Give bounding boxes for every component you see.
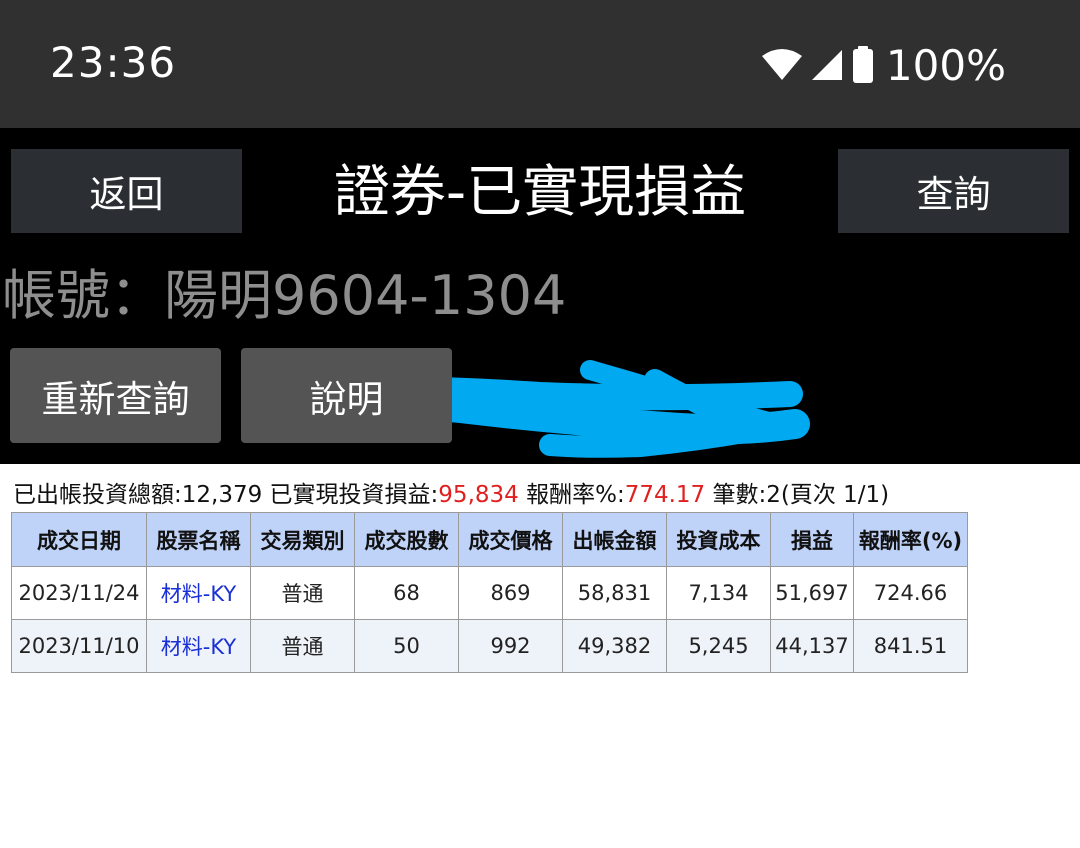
stock-link[interactable]: 材料-KY xyxy=(146,619,251,673)
cell-return-rate: 724.66 xyxy=(853,566,968,620)
table-row: 2023/11/10 材料-KY 普通 50 992 49,382 5,245 … xyxy=(11,619,968,673)
battery-percent: 100% xyxy=(885,40,1006,90)
cell-price: 869 xyxy=(458,566,563,620)
realized-label: 已實現投資損益: xyxy=(269,482,439,508)
summary-line: 已出帳投資總額:12,379 已實現投資損益:95,834 報酬率%:774.1… xyxy=(13,479,889,511)
realized-value: 95,834 xyxy=(438,482,519,508)
cell-trade-type: 普通 xyxy=(250,566,355,620)
col-trade-type: 交易類別 xyxy=(250,512,355,567)
signal-icon xyxy=(811,50,842,80)
col-pnl: 損益 xyxy=(770,512,854,567)
cell-return-rate: 841.51 xyxy=(853,619,968,673)
col-paid-amount: 出帳金額 xyxy=(562,512,667,567)
status-time: 23:36 xyxy=(50,38,177,87)
stock-link[interactable]: 材料-KY xyxy=(146,566,251,620)
return-label: 報酬率%: xyxy=(526,482,625,508)
cell-shares: 50 xyxy=(354,619,459,673)
record-count: 筆數:2(頁次 1/1) xyxy=(712,482,890,508)
col-trade-date: 成交日期 xyxy=(11,512,147,567)
return-value: 774.17 xyxy=(624,482,706,508)
col-return-rate: 報酬率(%) xyxy=(853,512,968,567)
wifi-icon xyxy=(761,49,802,80)
page-title: 證券-已實現損益 xyxy=(333,160,747,225)
back-button[interactable]: 返回 xyxy=(11,149,242,233)
cell-paid-amount: 58,831 xyxy=(562,566,667,620)
status-icons: 100% xyxy=(761,40,1006,90)
cell-cost: 5,245 xyxy=(666,619,771,673)
query-button[interactable]: 查詢 xyxy=(838,149,1069,233)
total-invest-value: 12,379 xyxy=(181,482,263,508)
cell-pnl: 51,697 xyxy=(770,566,854,620)
account-number: 帳號：陽明9604-1304 xyxy=(2,264,567,327)
cell-trade-date: 2023/11/10 xyxy=(11,619,147,673)
cell-price: 992 xyxy=(458,619,563,673)
col-cost: 投資成本 xyxy=(666,512,771,567)
cell-pnl: 44,137 xyxy=(770,619,854,673)
col-stock-name: 股票名稱 xyxy=(146,512,251,567)
table-header-row: 成交日期 股票名稱 交易類別 成交股數 成交價格 出帳金額 投資成本 損益 報酬… xyxy=(11,512,968,567)
cell-trade-date: 2023/11/24 xyxy=(11,566,147,620)
battery-icon xyxy=(852,46,873,83)
table-row: 2023/11/24 材料-KY 普通 68 869 58,831 7,134 … xyxy=(11,566,968,620)
cell-cost: 7,134 xyxy=(666,566,771,620)
cell-trade-type: 普通 xyxy=(250,619,355,673)
col-shares: 成交股數 xyxy=(354,512,459,567)
cell-shares: 68 xyxy=(354,566,459,620)
total-invest-label: 已出帳投資總額: xyxy=(13,482,182,508)
cell-paid-amount: 49,382 xyxy=(562,619,667,673)
help-button[interactable]: 說明 xyxy=(241,348,452,443)
status-bar: 23:36 100% xyxy=(0,0,1080,128)
app-header: 返回 證券-已實現損益 查詢 帳號：陽明9604-1304 重新查詢 說明 xyxy=(0,128,1080,464)
col-price: 成交價格 xyxy=(458,512,563,567)
requery-button[interactable]: 重新查詢 xyxy=(10,348,221,443)
realized-pnl-table: 成交日期 股票名稱 交易類別 成交股數 成交價格 出帳金額 投資成本 損益 報酬… xyxy=(11,512,968,673)
